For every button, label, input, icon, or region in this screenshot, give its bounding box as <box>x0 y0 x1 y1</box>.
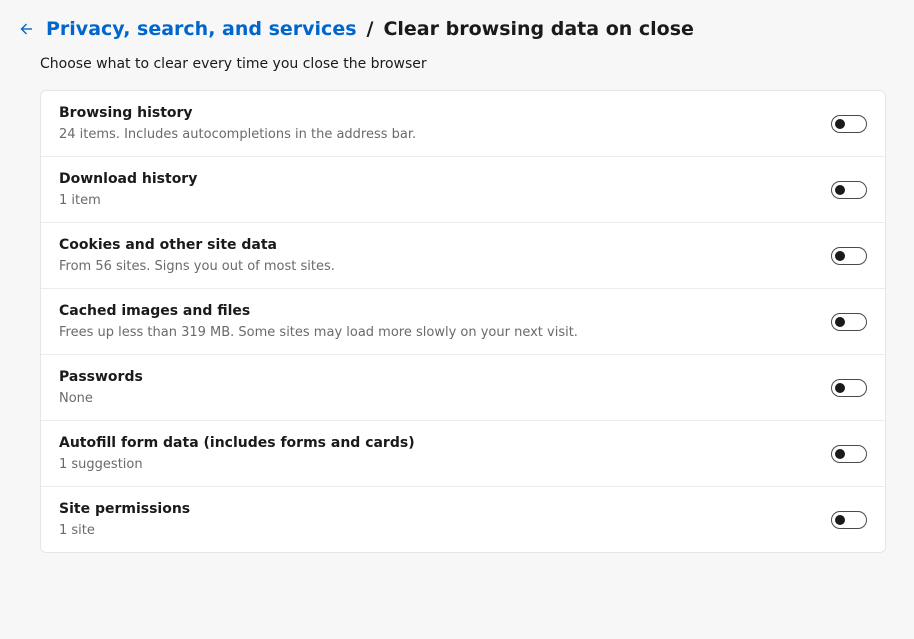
toggle-knob <box>835 449 845 459</box>
toggle-autofill[interactable] <box>831 445 867 463</box>
row-desc: 1 item <box>59 193 197 208</box>
toggle-passwords[interactable] <box>831 379 867 397</box>
back-arrow-icon[interactable] <box>18 21 34 37</box>
row-autofill: Autofill form data (includes forms and c… <box>41 421 885 487</box>
row-site-permissions: Site permissions 1 site <box>41 487 885 552</box>
toggle-knob <box>835 251 845 261</box>
row-cookies: Cookies and other site data From 56 site… <box>41 223 885 289</box>
settings-card: Browsing history 24 items. Includes auto… <box>40 90 886 553</box>
row-desc: From 56 sites. Signs you out of most sit… <box>59 259 335 274</box>
row-title: Download history <box>59 171 197 187</box>
breadcrumb-separator: / <box>367 18 374 40</box>
toggle-knob <box>835 317 845 327</box>
row-title: Browsing history <box>59 105 416 121</box>
breadcrumb-parent-link[interactable]: Privacy, search, and services <box>46 18 357 40</box>
toggle-cached-images[interactable] <box>831 313 867 331</box>
row-desc: None <box>59 391 143 406</box>
toggle-knob <box>835 119 845 129</box>
row-desc: Frees up less than 319 MB. Some sites ma… <box>59 325 578 340</box>
toggle-knob <box>835 185 845 195</box>
row-title: Site permissions <box>59 501 190 517</box>
row-title: Autofill form data (includes forms and c… <box>59 435 415 451</box>
row-desc: 1 site <box>59 523 190 538</box>
toggle-knob <box>835 515 845 525</box>
row-desc: 24 items. Includes autocompletions in th… <box>59 127 416 142</box>
toggle-download-history[interactable] <box>831 181 867 199</box>
toggle-browsing-history[interactable] <box>831 115 867 133</box>
row-desc: 1 suggestion <box>59 457 415 472</box>
row-title: Passwords <box>59 369 143 385</box>
page-subtitle: Choose what to clear every time you clos… <box>40 56 886 72</box>
toggle-knob <box>835 383 845 393</box>
row-browsing-history: Browsing history 24 items. Includes auto… <box>41 91 885 157</box>
row-title: Cached images and files <box>59 303 578 319</box>
breadcrumb: Privacy, search, and services / Clear br… <box>18 18 886 40</box>
breadcrumb-current: Clear browsing data on close <box>383 18 693 40</box>
toggle-cookies[interactable] <box>831 247 867 265</box>
row-passwords: Passwords None <box>41 355 885 421</box>
toggle-site-permissions[interactable] <box>831 511 867 529</box>
row-download-history: Download history 1 item <box>41 157 885 223</box>
row-title: Cookies and other site data <box>59 237 335 253</box>
row-cached-images: Cached images and files Frees up less th… <box>41 289 885 355</box>
